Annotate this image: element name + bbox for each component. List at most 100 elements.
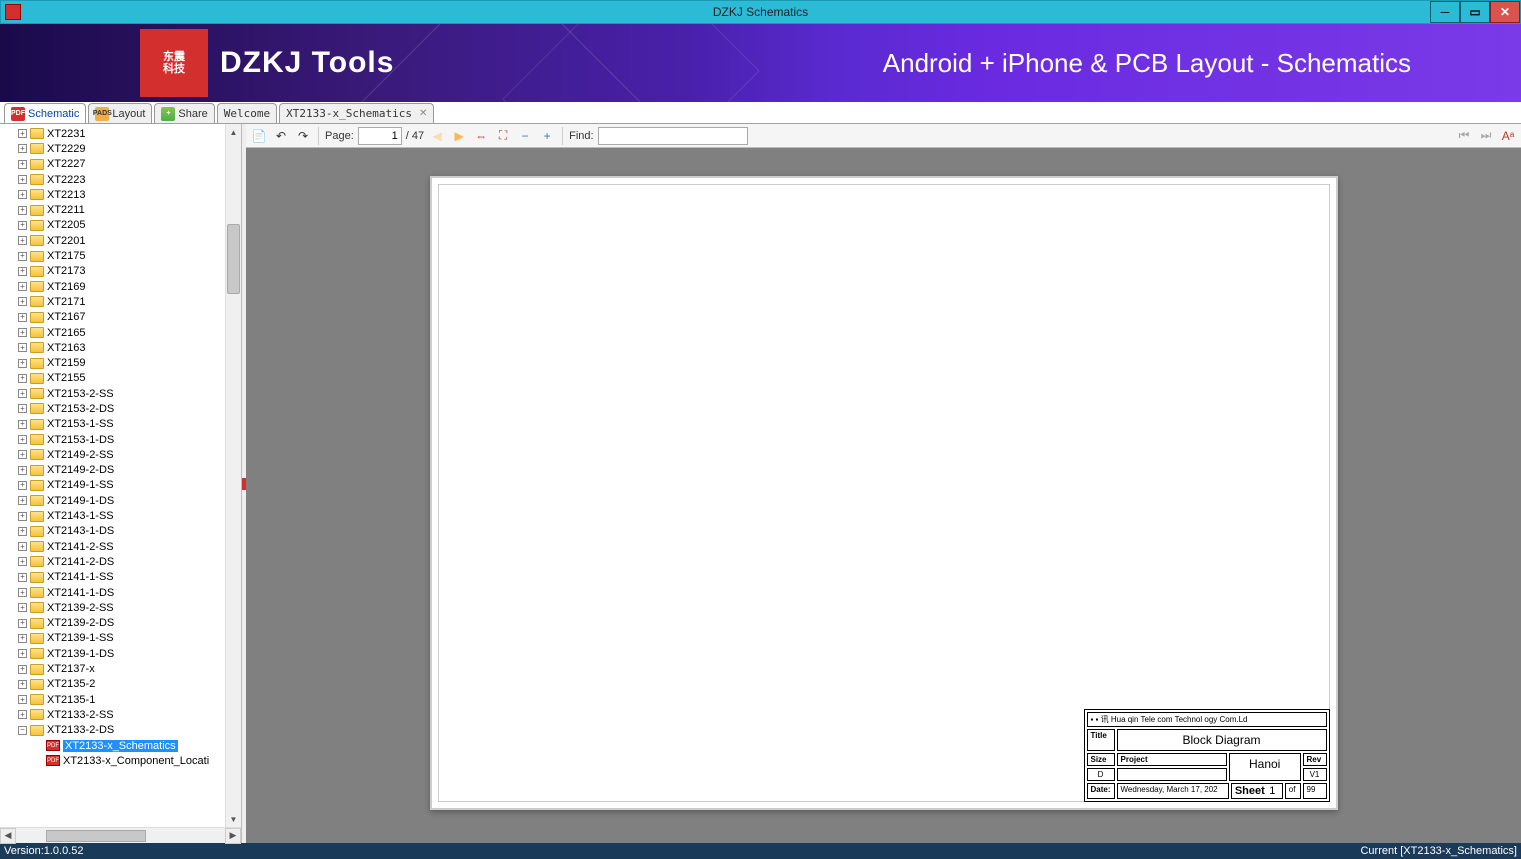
- tree-folder[interactable]: XT2169: [18, 279, 225, 294]
- tree-file[interactable]: PDFXT2133-x_Schematics: [18, 738, 225, 753]
- mode-tab-schematic[interactable]: PDF Schematic: [4, 103, 86, 123]
- tree-view[interactable]: XT2231XT2229XT2227XT2223XT2213XT2211XT22…: [0, 124, 225, 827]
- expand-icon[interactable]: [18, 160, 27, 169]
- expand-icon[interactable]: [18, 466, 27, 475]
- expand-icon[interactable]: [18, 450, 27, 459]
- tree-folder[interactable]: XT2175: [18, 248, 225, 263]
- expand-icon[interactable]: [18, 206, 27, 215]
- find-next-button[interactable]: ⏭: [1477, 127, 1495, 145]
- tree-folder[interactable]: XT2165: [18, 325, 225, 340]
- vertical-scrollbar[interactable]: ▲ ▼: [225, 124, 241, 827]
- tree-folder[interactable]: XT2205: [18, 218, 225, 233]
- expand-icon[interactable]: [18, 603, 27, 612]
- tree-folder[interactable]: XT2153-2-DS: [18, 401, 225, 416]
- tree-folder[interactable]: XT2171: [18, 294, 225, 309]
- scrollbar-thumb[interactable]: [227, 224, 240, 294]
- tree-folder[interactable]: XT2149-1-DS: [18, 493, 225, 508]
- tree-folder[interactable]: XT2141-2-DS: [18, 554, 225, 569]
- expand-icon[interactable]: [18, 680, 27, 689]
- tree-folder[interactable]: XT2135-2: [18, 677, 225, 692]
- expand-icon[interactable]: [18, 252, 27, 261]
- tree-folder[interactable]: XT2141-1-DS: [18, 585, 225, 600]
- tree-folder[interactable]: XT2201: [18, 233, 225, 248]
- tree-folder[interactable]: XT2153-1-SS: [18, 417, 225, 432]
- tree-folder[interactable]: XT2141-1-SS: [18, 570, 225, 585]
- tree-folder[interactable]: XT2149-1-SS: [18, 478, 225, 493]
- close-button[interactable]: ✕: [1490, 1, 1520, 23]
- rotate-left-button[interactable]: ↶: [272, 127, 290, 145]
- tree-folder[interactable]: XT2143-1-DS: [18, 524, 225, 539]
- document-canvas[interactable]: ▪ ▪ 讯 Hua qin Tele com Technol ogy Com.L…: [246, 148, 1521, 843]
- expand-icon[interactable]: [18, 297, 27, 306]
- expand-icon[interactable]: [18, 374, 27, 383]
- expand-icon[interactable]: [18, 496, 27, 505]
- expand-icon[interactable]: [18, 328, 27, 337]
- tree-folder[interactable]: XT2173: [18, 264, 225, 279]
- zoom-in-button[interactable]: +: [538, 127, 556, 145]
- fit-width-button[interactable]: ⇔: [472, 127, 490, 145]
- expand-icon[interactable]: [18, 129, 27, 138]
- expand-icon[interactable]: [18, 710, 27, 719]
- expand-icon[interactable]: [18, 481, 27, 490]
- scroll-left-button[interactable]: ◀: [0, 828, 16, 844]
- mode-tab-share[interactable]: + Share: [154, 103, 214, 123]
- tree-folder[interactable]: XT2167: [18, 310, 225, 325]
- tree-folder[interactable]: XT2153-2-SS: [18, 386, 225, 401]
- tree-folder[interactable]: XT2155: [18, 371, 225, 386]
- expand-icon[interactable]: [18, 649, 27, 658]
- tree-folder-open[interactable]: XT2133-2-DS: [18, 723, 225, 738]
- tab-close-icon[interactable]: ✕: [419, 108, 427, 119]
- find-prev-button[interactable]: ⏮: [1455, 127, 1473, 145]
- horizontal-scrollbar[interactable]: ◀ ▶: [0, 827, 241, 843]
- prev-page-button[interactable]: ◀: [428, 127, 446, 145]
- fit-page-button[interactable]: ⛶: [494, 127, 512, 145]
- minimize-button[interactable]: ─: [1430, 1, 1460, 23]
- tree-folder[interactable]: XT2159: [18, 355, 225, 370]
- expand-icon[interactable]: [18, 435, 27, 444]
- tree-folder[interactable]: XT2141-2-SS: [18, 539, 225, 554]
- tree-folder[interactable]: XT2153-1-DS: [18, 432, 225, 447]
- expand-icon[interactable]: [18, 542, 27, 551]
- expand-icon[interactable]: [18, 267, 27, 276]
- expand-icon[interactable]: [18, 573, 27, 582]
- tree-folder[interactable]: XT2133-2-SS: [18, 707, 225, 722]
- tree-folder[interactable]: XT2135-1: [18, 692, 225, 707]
- copy-button[interactable]: 📄: [250, 127, 268, 145]
- expand-icon[interactable]: [18, 175, 27, 184]
- expand-icon[interactable]: [18, 404, 27, 413]
- expand-icon[interactable]: [18, 588, 27, 597]
- tree-folder[interactable]: XT2227: [18, 157, 225, 172]
- expand-icon[interactable]: [18, 557, 27, 566]
- find-input[interactable]: [598, 127, 748, 145]
- tree-folder[interactable]: XT2211: [18, 202, 225, 217]
- expand-icon[interactable]: [18, 359, 27, 368]
- zoom-out-button[interactable]: −: [516, 127, 534, 145]
- expand-icon[interactable]: [18, 236, 27, 245]
- doc-tab-welcome[interactable]: Welcome: [217, 103, 277, 123]
- expand-icon[interactable]: [18, 527, 27, 536]
- tree-folder[interactable]: XT2143-1-SS: [18, 508, 225, 523]
- tree-folder[interactable]: XT2137-x: [18, 661, 225, 676]
- tree-folder[interactable]: XT2163: [18, 340, 225, 355]
- doc-tab-schematics[interactable]: XT2133-x_Schematics ✕: [279, 103, 434, 123]
- tree-folder[interactable]: XT2223: [18, 172, 225, 187]
- expand-icon[interactable]: [18, 221, 27, 230]
- expand-icon[interactable]: [18, 665, 27, 674]
- splitter-handle-icon[interactable]: [242, 478, 246, 490]
- maximize-button[interactable]: ▭: [1460, 1, 1490, 23]
- splitter[interactable]: [242, 124, 246, 843]
- expand-icon[interactable]: [18, 420, 27, 429]
- tree-folder[interactable]: XT2149-2-DS: [18, 463, 225, 478]
- tree-folder[interactable]: XT2231: [18, 126, 225, 141]
- expand-icon[interactable]: [18, 343, 27, 352]
- expand-icon[interactable]: [18, 634, 27, 643]
- collapse-icon[interactable]: [18, 726, 27, 735]
- page-number-input[interactable]: [358, 127, 402, 145]
- expand-icon[interactable]: [18, 389, 27, 398]
- expand-icon[interactable]: [18, 695, 27, 704]
- tree-folder[interactable]: XT2139-1-SS: [18, 631, 225, 646]
- tree-folder[interactable]: XT2139-1-DS: [18, 646, 225, 661]
- expand-icon[interactable]: [18, 619, 27, 628]
- text-style-button[interactable]: Aᵃ: [1499, 127, 1517, 145]
- expand-icon[interactable]: [18, 313, 27, 322]
